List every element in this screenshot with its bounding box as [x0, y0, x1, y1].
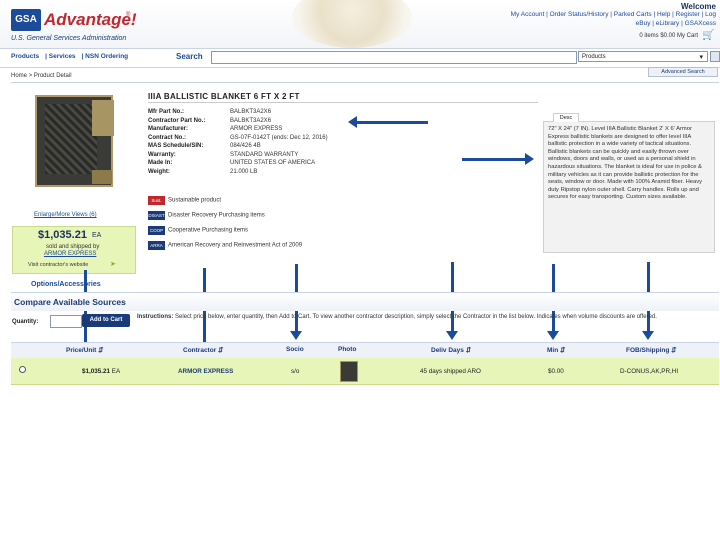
sustainable-badge-icon: Sust.	[148, 196, 165, 205]
divider	[11, 82, 719, 83]
detail-label: Warranty:	[148, 151, 176, 158]
detail-values: BALBKT3A2X6 BALBKT3A2X6 ARMOR EXPRESS GS…	[230, 108, 328, 176]
row-price: $1,035.21 EA	[82, 368, 121, 375]
column-fob-shipping[interactable]: FOB/Shipping ⇵	[626, 346, 677, 354]
product-image-flap	[92, 100, 114, 136]
chevron-down-icon: ▾	[699, 54, 703, 61]
cart-icon[interactable]: 🛒	[702, 31, 714, 41]
column-price-unit[interactable]: Price/Unit ⇵	[66, 346, 104, 354]
row-product-thumbnail[interactable]	[340, 361, 358, 382]
price-value: $1,035.21	[38, 229, 87, 241]
detail-value: STANDARD WARRANTY	[230, 151, 299, 158]
compare-title: Compare Available Sources	[14, 297, 126, 307]
breadcrumb[interactable]: Home > Product Detail	[11, 73, 72, 79]
search-input[interactable]	[211, 51, 577, 64]
gsa-logo[interactable]: GSA	[11, 9, 41, 31]
enlarge-views-link[interactable]: Enlarge/More Views (6)	[34, 212, 97, 218]
agency-subtitle: U.S. General Services Administration	[11, 35, 127, 42]
quantity-label: Quantity:	[12, 319, 39, 325]
sort-icon: ⇵	[98, 347, 104, 354]
external-link-icon[interactable]: ➤	[110, 260, 116, 268]
program-label: Sustainable product	[168, 197, 222, 204]
sort-icon: ⇵	[218, 347, 224, 354]
annotation-arrow-left	[348, 116, 428, 128]
add-to-cart-button[interactable]: Add to Cart	[82, 314, 130, 327]
annotation-arrow-right	[462, 153, 534, 165]
detail-label: Contractor Part No.:	[148, 117, 206, 124]
nav-tab-services[interactable]: Services	[49, 53, 76, 60]
sort-icon: ⇵	[465, 347, 472, 354]
nav-tab-nsn-ordering[interactable]: NSN Ordering	[85, 53, 128, 60]
detail-value: BALBKT3A2X6	[230, 109, 272, 115]
divider	[148, 102, 538, 103]
coop-badge-icon: COOP	[148, 226, 165, 235]
detail-label: Made In:	[148, 160, 173, 166]
brand-title[interactable]: Advantage!	[44, 10, 137, 30]
search-go-button[interactable]	[710, 51, 720, 62]
instructions-text: Instructions: Select price below, enter …	[137, 313, 717, 321]
product-description: 72" X 24" (7 IN). Level IIIA Ballistic B…	[548, 126, 703, 201]
column-photo: Photo	[338, 346, 357, 353]
detail-value[interactable]: GS-07F-0142T (ends: Dec 12, 2016)	[230, 134, 328, 143]
options-accessories-link[interactable]: Options/Accessories	[31, 281, 101, 288]
detail-label: Contract No.:	[148, 134, 186, 141]
detail-label: MAS Schedule/SIN:	[148, 143, 204, 149]
sort-icon: ⇵	[671, 347, 677, 354]
sold-by-label: sold and shipped by	[46, 244, 100, 250]
nav-tabs: Products | Services | NSN Ordering	[11, 53, 129, 60]
product-image-pouch	[92, 170, 112, 184]
row-contractor-link[interactable]: ARMOR EXPRESS	[178, 368, 233, 375]
nav-tab-products[interactable]: Products	[11, 53, 39, 60]
welcome-text: Welcome	[681, 2, 716, 11]
column-socio: Socio	[286, 346, 304, 353]
column-contractor[interactable]: Contractor ⇵	[183, 346, 224, 354]
detail-value: ARMOR EXPRESS	[230, 126, 283, 132]
detail-value: UNITED STATES OF AMERICA	[230, 160, 316, 166]
product-title: IIIA BALLISTIC BLANKET 6 FT X 2 FT	[148, 92, 300, 101]
program-arra[interactable]: ARRA American Recovery and Reinvestment A…	[148, 241, 302, 250]
advanced-search-button[interactable]: Advanced Search	[648, 67, 718, 77]
detail-value: 084/426 4B	[230, 143, 261, 149]
contractor-website-link[interactable]: Visit contractor's website	[28, 262, 88, 268]
program-label: Cooperative Purchasing items	[168, 227, 249, 234]
arra-badge-icon: ARRA	[148, 241, 165, 250]
detail-label: Weight:	[148, 168, 170, 175]
detail-value: BALBKT3A2X6	[230, 117, 272, 124]
search-scope-value: Products	[582, 54, 606, 60]
search-label: Search	[176, 52, 203, 61]
vendor-link[interactable]: ARMOR EXPRESS	[44, 251, 96, 257]
brand-registered-mark: ®	[126, 12, 131, 18]
instructions-label: Instructions:	[137, 314, 174, 320]
tab-desc[interactable]: Desc	[553, 113, 579, 122]
quantity-input[interactable]	[50, 315, 82, 328]
column-min[interactable]: Min ⇵	[547, 346, 565, 354]
search-scope-select[interactable]: Products ▾	[578, 51, 708, 62]
sort-icon: ⇵	[560, 347, 566, 354]
cart-summary[interactable]: 0 items $0.00 My Cart	[639, 33, 698, 39]
detail-labels: Mfr Part No.: Contractor Part No.: Manuf…	[148, 108, 205, 176]
program-disaster-recovery[interactable]: DISAST Disaster Recovery Purchasing items	[148, 211, 265, 220]
disaster-badge-icon: DISAST	[148, 211, 165, 220]
program-label: American Recovery and Reinvestment Act o…	[168, 242, 303, 249]
detail-value: 21.000 LB	[230, 168, 258, 175]
program-cooperative[interactable]: COOP Cooperative Purchasing items	[148, 226, 248, 235]
detail-label: Mfr Part No.:	[148, 109, 184, 115]
detail-label: Manufacturer:	[148, 126, 189, 132]
product-image-panel	[45, 104, 97, 174]
select-source-radio[interactable]	[19, 366, 26, 373]
row-fob-shipping: D-CONUS,AK,PR,HI	[620, 368, 679, 375]
program-label: Disaster Recovery Purchasing items	[168, 212, 265, 219]
row-socio: s/o	[291, 368, 300, 375]
row-deliv-days: 45 days shipped ARO	[420, 368, 481, 375]
secondary-links[interactable]: eBuy | eLibrary | GSAXcess	[636, 20, 716, 27]
row-min: $0.00	[548, 368, 564, 375]
column-deliv-days[interactable]: Deliv Days ⇵	[431, 346, 471, 354]
instructions-body: Select price below, enter quantity, then…	[175, 314, 657, 320]
price-unit: EA	[92, 232, 102, 239]
program-sustainable[interactable]: Sust. Sustainable product	[148, 196, 221, 205]
sources-table-header	[11, 342, 719, 359]
account-links[interactable]: My Account | Order Status/History | Park…	[511, 11, 716, 18]
